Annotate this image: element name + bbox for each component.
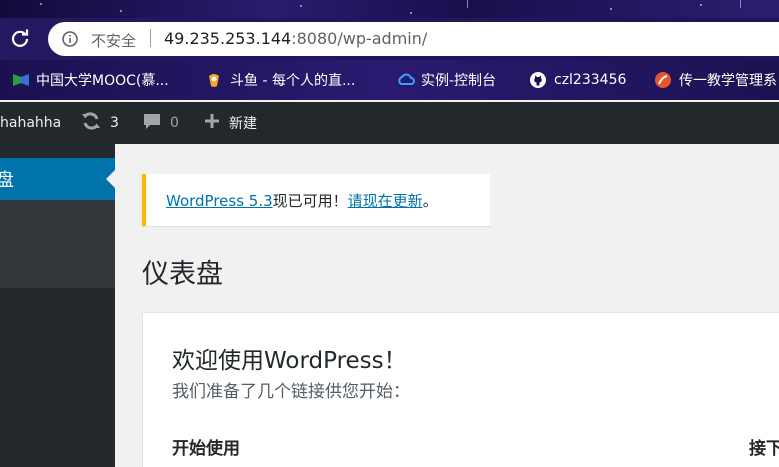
sidebar-item-dashboard[interactable]: 盘 bbox=[0, 158, 115, 200]
bookmark-label: 斗鱼 - 每个人的直... bbox=[230, 73, 356, 89]
cloud-icon bbox=[397, 72, 415, 88]
site-name: hahahha bbox=[0, 115, 62, 131]
bookmark-label: 实例-控制台 bbox=[421, 73, 497, 89]
welcome-title: 欢迎使用WordPress！ bbox=[172, 348, 407, 374]
browser-tab-strip bbox=[0, 0, 779, 18]
wp-sidebar-menu: 盘 bbox=[0, 144, 115, 467]
update-now-link[interactable]: 请现在更新 bbox=[348, 192, 423, 210]
douyu-icon bbox=[206, 72, 222, 88]
welcome-subtitle: 我们准备了几个链接供您开始： bbox=[172, 382, 410, 402]
admin-bar-updates[interactable]: 3 bbox=[80, 102, 119, 144]
wp-admin-bar: hahahha 3 0 新建 bbox=[0, 102, 779, 144]
page-title: 仪表盘 bbox=[142, 259, 223, 290]
welcome-panel: 欢迎使用WordPress！ 我们准备了几个链接供您开始： 开始使用 接下 bbox=[142, 312, 779, 467]
bookmark-label: czl233456 bbox=[554, 72, 627, 88]
wordpress-version-link[interactable]: WordPress 5.3 bbox=[166, 192, 273, 210]
sidebar-item-label: 盘 bbox=[0, 170, 14, 191]
bookmarks-bar: 中国大学MOOC(慕... 斗鱼 - 每个人的直... 实例-控制台 czl23… bbox=[0, 60, 779, 100]
plus-icon bbox=[203, 112, 221, 134]
reload-icon[interactable] bbox=[8, 27, 32, 51]
chuanyi-icon bbox=[655, 72, 671, 88]
notice-available-text: 现已可用！ bbox=[272, 192, 348, 210]
update-notice: WordPress 5.3现已可用！请现在更新。 bbox=[142, 174, 490, 226]
get-started-heading: 开始使用 bbox=[172, 439, 240, 459]
updates-icon bbox=[80, 111, 102, 135]
url-text[interactable]: 49.235.253.144:8080/wp-admin/ bbox=[164, 29, 427, 48]
updates-count: 3 bbox=[110, 115, 119, 131]
bookmark-douyu[interactable]: 斗鱼 - 每个人的直... bbox=[206, 70, 355, 90]
admin-bar-new[interactable]: 新建 bbox=[203, 102, 257, 144]
next-steps-heading: 接下 bbox=[749, 439, 779, 459]
bookmark-label: 中国大学MOOC(慕... bbox=[36, 73, 169, 89]
current-menu-arrow bbox=[106, 170, 115, 188]
bookmark-github[interactable]: czl233456 bbox=[530, 70, 626, 90]
mooc-icon bbox=[12, 72, 29, 88]
address-bar[interactable]: 不安全 49.235.253.144:8080/wp-admin/ bbox=[48, 22, 779, 56]
new-label: 新建 bbox=[229, 116, 257, 132]
update-notice-text: WordPress 5.3现已可用！请现在更新。 bbox=[166, 190, 438, 211]
browser-toolbar: 不安全 49.235.253.144:8080/wp-admin/ bbox=[0, 18, 779, 60]
url-divider bbox=[150, 29, 151, 47]
comments-count: 0 bbox=[170, 115, 179, 131]
github-icon bbox=[530, 72, 546, 88]
url-path: :8080/wp-admin/ bbox=[291, 29, 428, 48]
sidebar-submenu bbox=[0, 200, 115, 288]
security-label[interactable]: 不安全 bbox=[91, 30, 136, 51]
admin-bar-comments[interactable]: 0 bbox=[142, 102, 179, 144]
bookmark-label: 传一教学管理系 bbox=[679, 73, 777, 89]
comment-icon bbox=[142, 111, 162, 135]
bookmark-console[interactable]: 实例-控制台 bbox=[397, 70, 496, 90]
bookmark-chuanyi[interactable]: 传一教学管理系 bbox=[655, 70, 777, 90]
admin-bar-site-name[interactable]: hahahha bbox=[0, 102, 61, 144]
notice-period: 。 bbox=[422, 192, 438, 210]
bookmark-mooc[interactable]: 中国大学MOOC(慕... bbox=[12, 70, 169, 90]
url-host: 49.235.253.144 bbox=[164, 29, 292, 48]
info-icon[interactable] bbox=[62, 31, 78, 47]
